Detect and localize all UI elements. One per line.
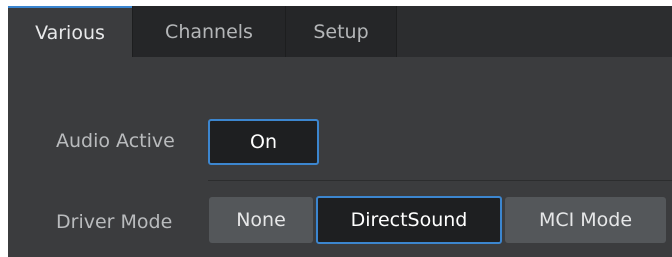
row-divider	[208, 180, 672, 181]
settings-panel: Various Channels Setup Audio Active On D…	[8, 6, 672, 257]
driver-mode-none-label: None	[236, 209, 286, 231]
driver-mode-mci-button[interactable]: MCI Mode	[505, 197, 666, 243]
audio-active-toggle-label: On	[250, 131, 277, 153]
tab-bar: Various Channels Setup	[8, 6, 672, 57]
tab-channels-label: Channels	[165, 20, 253, 43]
driver-mode-directsound-label: DirectSound	[350, 209, 468, 231]
tab-various-label: Various	[35, 21, 105, 44]
tab-channels[interactable]: Channels	[133, 6, 285, 57]
tab-various[interactable]: Various	[8, 6, 132, 57]
driver-mode-none-button[interactable]: None	[209, 197, 313, 243]
tab-setup[interactable]: Setup	[286, 6, 396, 57]
driver-mode-directsound-button[interactable]: DirectSound	[316, 196, 502, 244]
audio-active-toggle[interactable]: On	[208, 119, 319, 165]
driver-mode-mci-label: MCI Mode	[538, 209, 633, 231]
driver-mode-label: Driver Mode	[56, 211, 173, 233]
tab-separator	[396, 6, 397, 57]
audio-active-label: Audio Active	[56, 130, 175, 152]
tab-setup-label: Setup	[313, 20, 369, 43]
